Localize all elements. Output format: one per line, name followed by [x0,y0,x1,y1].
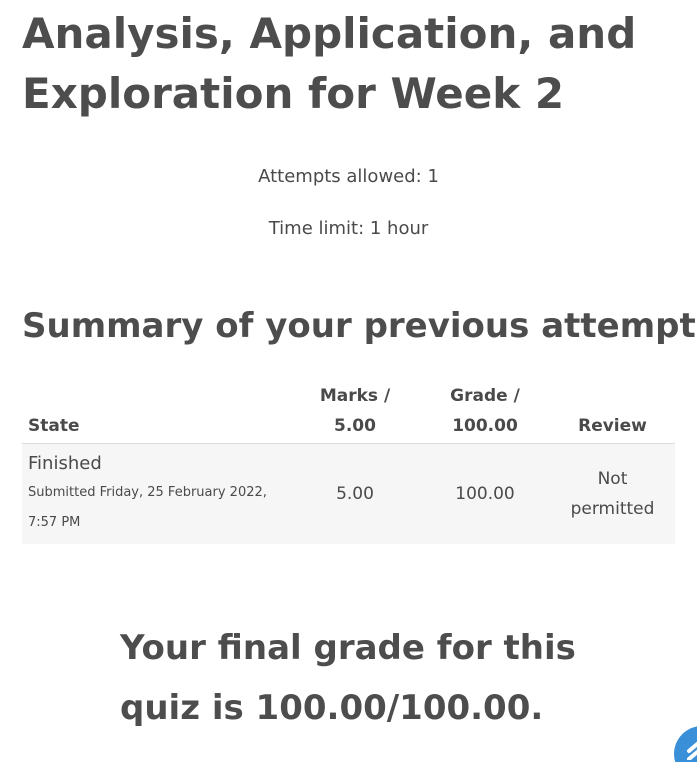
attempts-table: State Marks / 5.00 Grade / 100.00 Review… [22,381,675,544]
column-header-review: Review [550,381,675,444]
scroll-to-top-button[interactable] [674,726,697,762]
column-header-grade: Grade / 100.00 [420,381,550,444]
column-header-marks: Marks / 5.00 [290,381,420,444]
column-header-state: State [22,381,290,444]
attempt-submitted-date: Submitted Friday, 25 February 2022, 7:57… [28,485,267,530]
chevron-up-icon [687,741,697,760]
table-header-row: State Marks / 5.00 Grade / 100.00 Review [22,381,675,444]
time-limit: Time limit: 1 hour [268,218,429,239]
attempt-state-cell: Finished Submitted Friday, 25 February 2… [22,443,290,544]
final-grade: Your final grade for this quiz is 100.00… [120,628,576,728]
attempt-marks: 5.00 [290,443,420,544]
attempts-allowed: Attempts allowed: 1 [258,166,439,187]
attempt-grade: 100.00 [420,443,550,544]
attempt-review: Not permitted [550,443,675,544]
attempt-state: Finished [28,453,102,474]
summary-heading: Summary of your previous attempts [22,306,697,346]
table-row: Finished Submitted Friday, 25 February 2… [22,443,675,544]
page-title: Analysis, Application, and Exploration f… [22,9,637,118]
quiz-view-page: Analysis, Application, and Exploration f… [0,0,697,762]
